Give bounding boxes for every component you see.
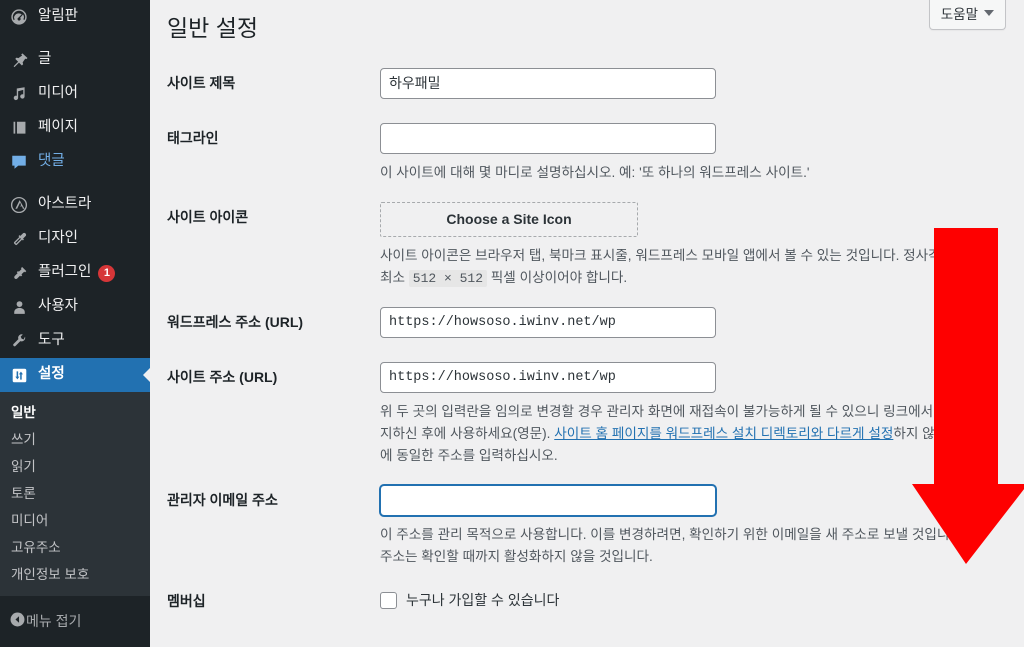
page-title: 일반 설정 (167, 15, 259, 41)
appearance-icon (9, 229, 29, 249)
sidebar-item-label: 댓글 (38, 153, 65, 170)
submenu-item-writing[interactable]: 쓰기 (0, 426, 150, 453)
users-icon (9, 297, 29, 317)
settings-icon (9, 365, 29, 385)
wordpress-url-input[interactable] (380, 306, 716, 338)
sidebar-item-label: 설정 (38, 366, 65, 383)
plugin-update-badge: 1 (98, 264, 116, 282)
collapse-arrow-icon (9, 611, 26, 631)
collapse-menu-label: 메뉴 접기 (26, 613, 82, 629)
sidebar-item-media[interactable]: 미디어 (0, 77, 150, 111)
sidebar-item-label: 도구 (38, 332, 65, 349)
membership-checkbox-label: 누구나 가입할 수 있습니다 (406, 592, 560, 609)
field-row-site-icon: 사이트 아이콘 Choose a Site Icon 사이트 아이콘은 브라우저… (167, 201, 1024, 289)
sidebar-item-appearance[interactable]: 디자인 (0, 222, 150, 256)
astra-icon (9, 195, 29, 215)
comments-icon (9, 152, 29, 172)
main-content: 도움말 일반 설정 사이트 제목 태그라인 이 사이트에 대해 몇 마디로 설명… (150, 0, 1024, 647)
plugins-icon (9, 263, 29, 283)
sidebar-item-label: 글 (38, 51, 52, 68)
site-title-label: 사이트 제목 (167, 74, 236, 91)
sidebar-item-dashboard[interactable]: 알림판 (0, 0, 150, 34)
sidebar-item-label: 아스트라 (38, 196, 92, 213)
sidebar-item-pages[interactable]: 페이지 (0, 111, 150, 145)
tagline-description: 이 사이트에 대해 몇 마디로 설명하십시오. 예: '또 하나의 워드프레스 … (380, 164, 810, 180)
sidebar-divider (0, 179, 150, 188)
sidebar-item-users[interactable]: 사용자 (0, 290, 150, 324)
settings-submenu: 일반 쓰기 읽기 토론 미디어 고유주소 개인정보 보호 (0, 392, 150, 596)
admin-email-description: 이 주소를 관리 목적으로 사용합니다. 이를 변경하려면, 확인하기 위한 이… (380, 527, 982, 565)
sidebar-item-label: 알림판 (38, 8, 79, 25)
site-icon-size: 512 × 512 (408, 269, 488, 287)
admin-email-label: 관리자 이메일 주소 (167, 492, 278, 509)
tagline-input[interactable] (380, 122, 716, 154)
submenu-item-discussion[interactable]: 토론 (0, 480, 150, 507)
media-icon (9, 84, 29, 104)
tagline-label: 태그라인 (167, 129, 219, 146)
site-icon-description: 사이트 아이콘은 브라우저 탭, 북마크 표시줄, 워드프레스 모바일 앱에서 … (380, 245, 994, 289)
collapse-menu-button[interactable]: 메뉴 접기 (0, 604, 150, 638)
membership-checkbox[interactable] (380, 591, 397, 609)
site-icon-desc-part2: 픽셀 이상이어야 합니다. (487, 269, 628, 285)
site-url-input[interactable] (380, 361, 716, 393)
sidebar-item-label: 플러그인 (38, 264, 92, 281)
sidebar-divider (0, 34, 150, 43)
field-row-wordpress-url: 워드프레스 주소 (URL) (167, 306, 1024, 338)
general-settings-form: 사이트 제목 태그라인 이 사이트에 대해 몇 마디로 설명하십시오. 예: '… (150, 67, 1024, 612)
site-icon-label: 사이트 아이콘 (167, 208, 249, 225)
collapse-menu-wrapper: 메뉴 접기 (0, 604, 150, 638)
submenu-item-general[interactable]: 일반 (0, 399, 150, 426)
pages-icon (9, 118, 29, 138)
sidebar-item-plugins[interactable]: 플러그인 1 (0, 256, 150, 290)
dashboard-icon (9, 7, 29, 27)
tools-icon (9, 331, 29, 351)
chevron-down-icon (984, 10, 994, 16)
submenu-item-reading[interactable]: 읽기 (0, 453, 150, 480)
sidebar-item-settings[interactable]: 설정 (0, 358, 150, 392)
admin-sidebar: 알림판 글 미디어 페이지 댓글 아스트라 디자인 플러그인 1 사용자 도구 … (0, 0, 150, 647)
sidebar-item-label: 미디어 (38, 85, 79, 102)
sidebar-item-comments[interactable]: 댓글 (0, 145, 150, 179)
site-url-help-link[interactable]: 사이트 홈 페이지를 워드프레스 설치 디렉토리와 다르게 설정 (554, 426, 893, 441)
sidebar-item-posts[interactable]: 글 (0, 43, 150, 77)
choose-site-icon-label: Choose a Site Icon (446, 211, 572, 228)
field-row-tagline: 태그라인 이 사이트에 대해 몇 마디로 설명하십시오. 예: '또 하나의 워… (167, 122, 1024, 184)
sidebar-item-label: 디자인 (38, 230, 79, 247)
field-row-site-title: 사이트 제목 (167, 67, 1024, 99)
site-title-input[interactable] (380, 67, 716, 99)
admin-screen: 알림판 글 미디어 페이지 댓글 아스트라 디자인 플러그인 1 사용자 도구 … (0, 0, 1024, 647)
submenu-item-permalinks[interactable]: 고유주소 (0, 534, 150, 561)
sidebar-item-tools[interactable]: 도구 (0, 324, 150, 358)
field-row-membership: 멤버십 누구나 가입할 수 있습니다 (167, 586, 1024, 612)
membership-checkbox-row[interactable]: 누구나 가입할 수 있습니다 (380, 586, 1014, 610)
sidebar-item-astra[interactable]: 아스트라 (0, 188, 150, 222)
sidebar-item-label: 사용자 (38, 298, 79, 315)
site-url-label: 사이트 주소 (URL) (167, 368, 278, 385)
choose-site-icon-button[interactable]: Choose a Site Icon (380, 201, 638, 237)
site-url-description: 위 두 곳의 입력란을 임의로 변경할 경우 관리자 화면에 재접속이 불가능하… (380, 401, 994, 467)
membership-label: 멤버십 (167, 593, 206, 610)
wordpress-url-label: 워드프레스 주소 (URL) (167, 313, 304, 330)
help-button-label: 도움말 (940, 7, 978, 22)
submenu-item-media[interactable]: 미디어 (0, 507, 150, 534)
sidebar-item-label: 페이지 (38, 119, 79, 136)
submenu-item-privacy[interactable]: 개인정보 보호 (0, 561, 150, 588)
field-row-admin-email: 관리자 이메일 주소 이 주소를 관리 목적으로 사용합니다. 이를 변경하려면… (167, 485, 1024, 568)
field-row-site-url: 사이트 주소 (URL) 위 두 곳의 입력란을 임의로 변경할 경우 관리자 … (167, 361, 1024, 467)
help-toggle-button[interactable]: 도움말 (928, 0, 1006, 30)
admin-email-input[interactable] (380, 485, 716, 517)
pin-icon (9, 50, 29, 70)
